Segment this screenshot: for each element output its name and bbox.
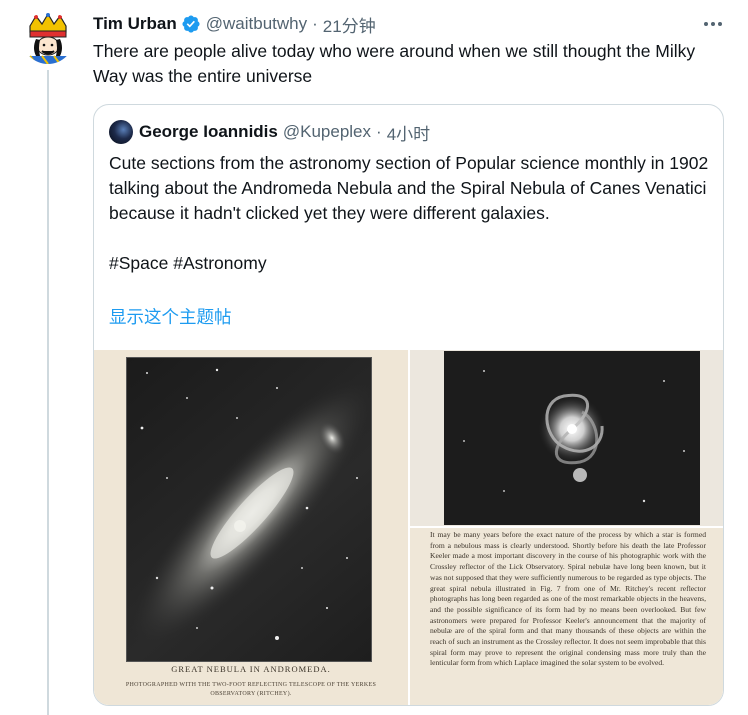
quoted-tweet-card[interactable]: George Ioannidis @Kupeplex · 4小时 Cute se… (93, 104, 724, 706)
quoted-author-handle[interactable]: @Kupeplex (283, 122, 371, 142)
quoted-tweet-timestamp[interactable]: 4小时 (387, 120, 430, 145)
thread-connector-line (47, 70, 49, 715)
author-avatar[interactable] (22, 12, 74, 64)
figure-caption-title: GREAT NEBULA IN ANDROMEDA. (171, 664, 331, 674)
quoted-author-avatar (109, 120, 133, 144)
andromeda-galaxy-image (129, 368, 375, 647)
quoted-tweet-media-grid[interactable]: GREAT NEBULA IN ANDROMEDA. PHOTOGRAPHED … (94, 350, 723, 705)
spiral-nebula-photo (444, 351, 700, 525)
quoted-tweet-text: Cute sections from the astronomy section… (109, 153, 709, 273)
quoted-tweet-header: George Ioannidis @Kupeplex · 4小时 (109, 120, 430, 144)
figure-caption-subtitle: PHOTOGRAPHED WITH THE TWO-FOOT REFLECTIN… (125, 682, 377, 697)
verified-badge-icon (182, 15, 200, 33)
tweet-text: There are people alive today who were ar… (93, 41, 696, 86)
article-page-text: It may be many years before the exact na… (430, 530, 706, 668)
more-options-button[interactable] (700, 14, 726, 34)
more-dots-icon (704, 22, 722, 26)
andromeda-photo (126, 357, 375, 662)
separator-dot: · (312, 14, 318, 33)
tweet-header: Tim Urban @waitbutwhy · 21分钟 (93, 12, 376, 36)
quoted-author-name[interactable]: George Ioannidis (139, 122, 278, 142)
spiral-galaxy-image (463, 370, 685, 503)
media-image-spiral-nebula[interactable] (410, 350, 723, 526)
media-image-article-page[interactable]: It may be many years before the exact na… (410, 528, 723, 705)
show-thread-link[interactable]: 显示这个主题帖 (109, 305, 232, 330)
author-name[interactable]: Tim Urban (93, 14, 177, 34)
tweet-timestamp[interactable]: 21分钟 (323, 12, 376, 37)
media-image-andromeda[interactable]: GREAT NEBULA IN ANDROMEDA. PHOTOGRAPHED … (94, 350, 408, 705)
author-handle[interactable]: @waitbutwhy (206, 14, 307, 34)
separator-dot: · (376, 122, 382, 141)
king-card-avatar-image (22, 12, 74, 64)
